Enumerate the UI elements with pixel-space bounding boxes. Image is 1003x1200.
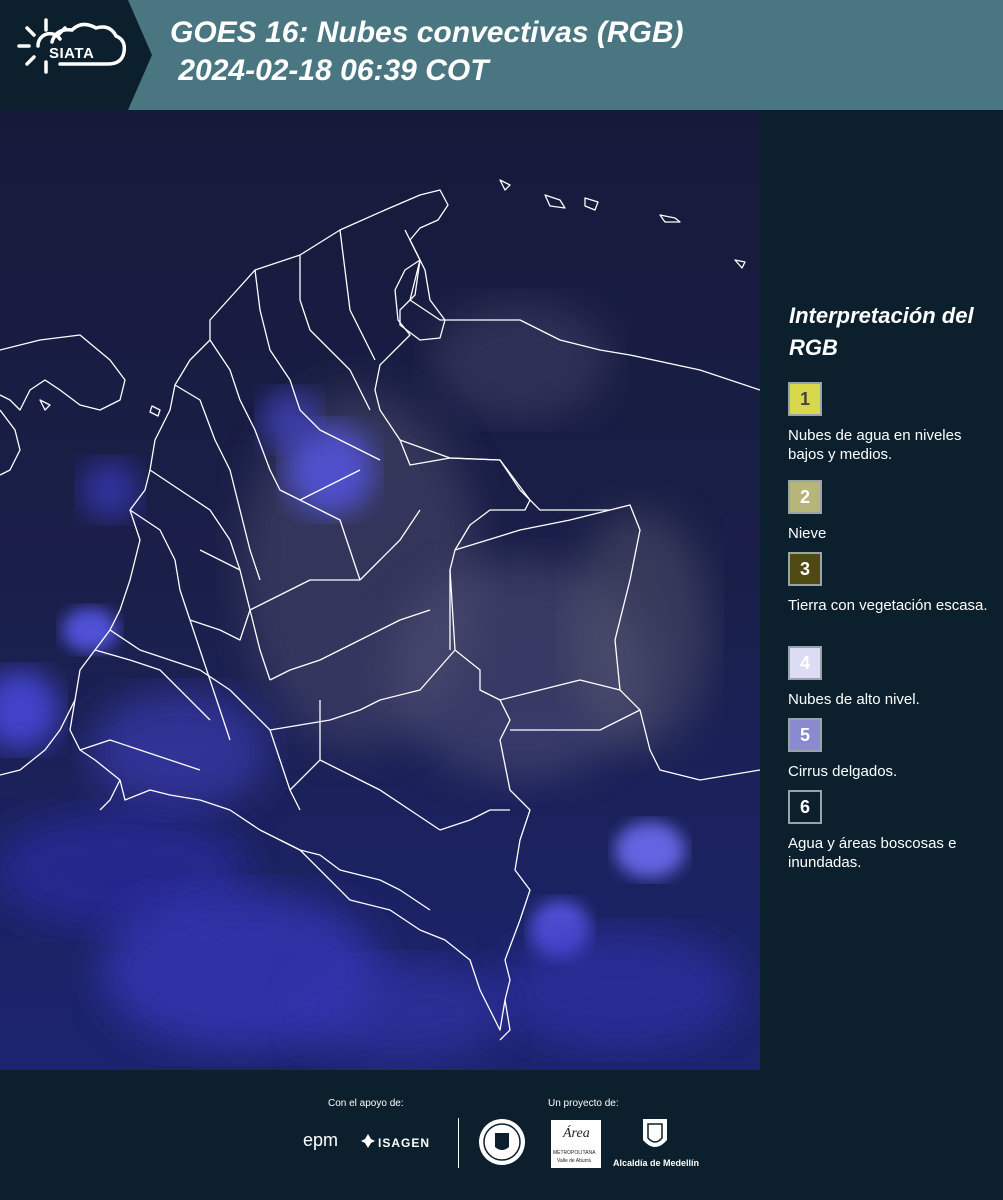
area-logo-sub2: Valle de Aburrá: [557, 1158, 591, 1164]
medellin-seal-icon: [479, 1119, 525, 1165]
alcaldia-logo-text: Alcaldía de Medellín: [613, 1158, 700, 1168]
legend-panel: Interpretación del RGB 1 Nubes de agua e…: [760, 110, 1003, 1070]
satellite-map: [0, 110, 760, 1070]
legend-label-6: Agua y áreas boscosas e inundadas.: [788, 835, 957, 871]
siata-logo-text: SIATA: [49, 45, 95, 62]
legend-item-5: 5 Cirrus delgados.: [788, 718, 998, 781]
legend-swatch-2: 2: [788, 480, 822, 514]
legend-swatch-5: 5: [788, 718, 822, 752]
legend-item-6: 6 Agua y áreas boscosas e inundadas.: [788, 790, 998, 872]
epm-logo: epm: [303, 1130, 339, 1150]
footer: Con el apoyo de: Un proyecto de: epm ISA…: [0, 1070, 1003, 1200]
legend-item-1: 1 Nubes de agua en niveles bajos y medio…: [788, 382, 998, 464]
title-line-1: GOES 16: Nubes convectivas (RGB): [170, 16, 684, 49]
footer-divider: [458, 1118, 459, 1168]
alcaldia-shield-icon: [643, 1119, 667, 1147]
header-bar: SIATA GOES 16: Nubes convectivas (RGB) 2…: [0, 0, 1003, 110]
legend-label-5: Cirrus delgados.: [788, 763, 898, 780]
page-title: GOES 16: Nubes convectivas (RGB) 2024-02…: [170, 14, 684, 90]
area-metropolitana-logo: Área METROPOLITANA Valle de Aburrá: [551, 1120, 601, 1168]
area-logo-text: Área: [563, 1126, 590, 1141]
legend-label-2: Nieve: [788, 525, 827, 542]
legend-item-3: 3 Tierra con vegetación escasa.: [788, 552, 998, 615]
area-logo-sub1: METROPOLITANA: [553, 1150, 596, 1156]
title-line-2: 2024-02-18 06:39 COT: [170, 54, 489, 87]
legend-swatch-1: 1: [788, 382, 822, 416]
support-label: Con el apoyo de:: [328, 1098, 404, 1109]
legend-label-1: Nubes de agua en niveles bajos y medios.: [788, 427, 962, 463]
legend-swatch-4: 4: [788, 646, 822, 680]
isagen-icon: [361, 1134, 375, 1148]
map-svg: [0, 110, 760, 1070]
legend-item-2: 2 Nieve: [788, 480, 998, 543]
legend-item-4: 4 Nubes de alto nivel.: [788, 646, 998, 709]
siata-logo: SIATA: [0, 0, 152, 110]
legend-label-3: Tierra con vegetación escasa.: [788, 597, 988, 614]
legend-title: Interpretación del RGB: [789, 303, 974, 360]
legend-swatch-6: 6: [788, 790, 822, 824]
isagen-logo: ISAGEN: [378, 1136, 431, 1150]
project-label: Un proyecto de:: [548, 1098, 619, 1109]
legend-label-4: Nubes de alto nivel.: [788, 691, 920, 708]
legend-swatch-3: 3: [788, 552, 822, 586]
